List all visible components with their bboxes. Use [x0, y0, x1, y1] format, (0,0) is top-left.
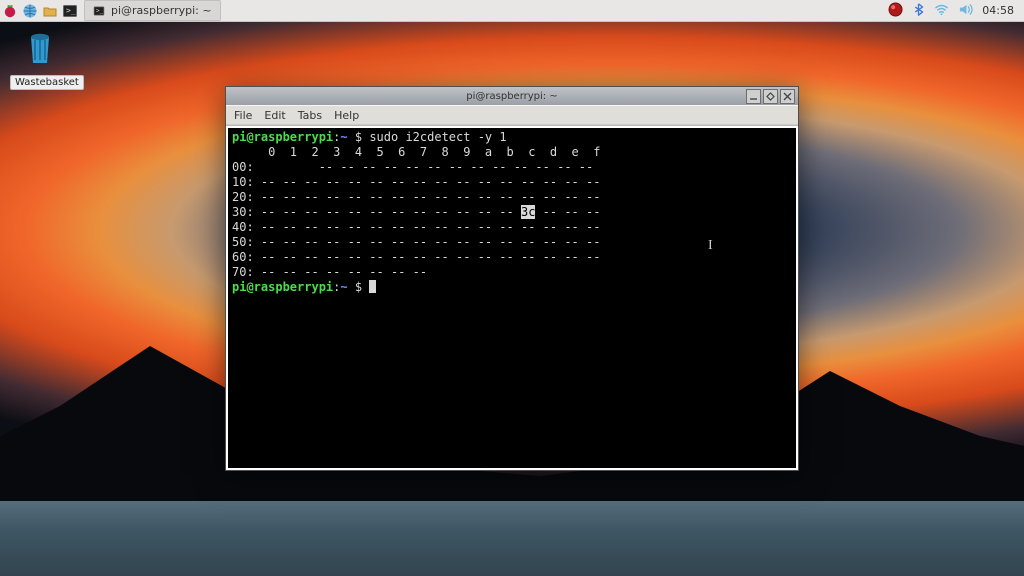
menu-tabs[interactable]: Tabs	[298, 109, 322, 122]
clock[interactable]: 04:58	[982, 4, 1014, 17]
terminal-icon: >_	[93, 5, 105, 17]
window-minimize-button[interactable]	[746, 89, 761, 104]
window-menubar: File Edit Tabs Help	[226, 105, 798, 125]
taskbar: >_ >_ pi@raspberrypi: ~ 04:58	[0, 0, 1024, 22]
desktop-icon-wastebasket[interactable]: Wastebasket	[10, 28, 70, 90]
terminal-window: pi@raspberrypi: ~ File Edit Tabs Help pi…	[225, 86, 799, 471]
close-icon	[783, 92, 792, 101]
volume-icon[interactable]	[958, 2, 973, 20]
system-tray: 04:58	[888, 0, 1024, 21]
launcher-tray: >_	[0, 0, 80, 21]
taskbar-item-label: pi@raspberrypi: ~	[111, 4, 212, 17]
wastebasket-icon	[23, 28, 57, 68]
window-titlebar[interactable]: pi@raspberrypi: ~	[226, 87, 798, 105]
taskbar-item-terminal[interactable]: >_ pi@raspberrypi: ~	[84, 0, 221, 21]
svg-text:>_: >_	[66, 6, 76, 15]
menu-raspberry-icon[interactable]	[0, 0, 20, 21]
menu-edit[interactable]: Edit	[264, 109, 285, 122]
record-indicator-icon[interactable]	[888, 2, 903, 20]
bluetooth-icon[interactable]	[912, 3, 925, 19]
web-browser-icon[interactable]	[20, 0, 40, 21]
menu-help[interactable]: Help	[334, 109, 359, 122]
minimize-icon	[749, 92, 758, 101]
svg-text:>_: >_	[96, 7, 104, 14]
file-manager-icon[interactable]	[40, 0, 60, 21]
menu-file[interactable]: File	[234, 109, 252, 122]
desktop-icon-label: Wastebasket	[10, 75, 84, 90]
maximize-icon	[766, 92, 775, 101]
window-title: pi@raspberrypi: ~	[466, 91, 557, 102]
wallpaper-water	[0, 501, 1024, 576]
terminal-content[interactable]: pi@raspberrypi:~ $ sudo i2cdetect -y 1 0…	[228, 128, 796, 468]
window-maximize-button[interactable]	[763, 89, 778, 104]
terminal-launcher-icon[interactable]: >_	[60, 0, 80, 21]
window-close-button[interactable]	[780, 89, 795, 104]
wifi-icon[interactable]	[934, 2, 949, 20]
